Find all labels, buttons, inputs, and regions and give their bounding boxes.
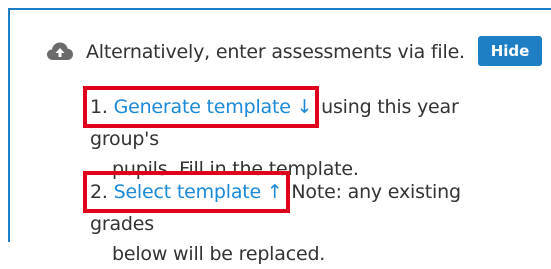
- cloud-upload-icon: [46, 41, 74, 63]
- file-upload-header: Alternatively, enter assessments via fil…: [46, 36, 465, 68]
- file-upload-panel: Alternatively, enter assessments via fil…: [8, 8, 551, 265]
- select-template-link[interactable]: Select template ↑: [114, 181, 283, 203]
- file-upload-description: Alternatively, enter assessments via fil…: [86, 41, 465, 63]
- step-generate-template: 1. Generate template ↓ using this year g…: [82, 86, 530, 184]
- generate-template-link[interactable]: Generate template ↓: [114, 96, 313, 118]
- select-template-highlight: 2. Select template ↑: [83, 171, 290, 213]
- hide-button[interactable]: Hide: [478, 36, 542, 66]
- step-select-template: 2. Select template ↑ Note: any existing …: [83, 171, 530, 269]
- generate-template-highlight: 1. Generate template ↓: [82, 86, 320, 128]
- step-number: 1.: [90, 96, 108, 118]
- step-description-line2: below will be replaced.: [112, 243, 326, 265]
- step-number: 2.: [90, 181, 108, 203]
